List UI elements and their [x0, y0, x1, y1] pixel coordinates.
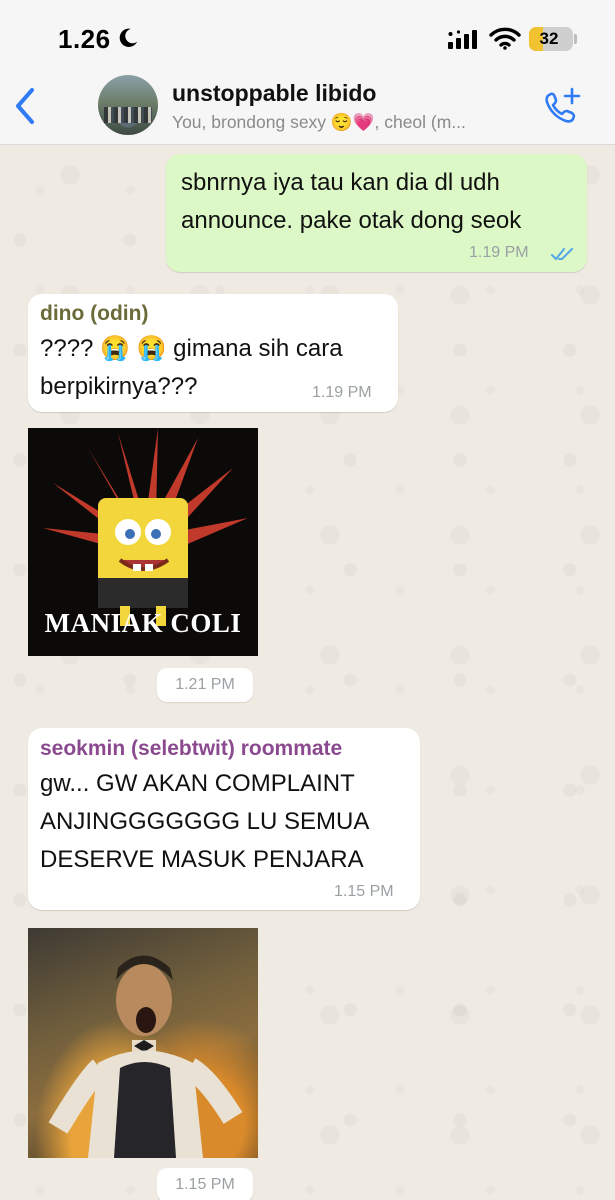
- chat-title[interactable]: unstoppable libido: [172, 80, 376, 107]
- message-line: ???? 😭 😭 gimana sih cara: [40, 335, 343, 362]
- signal-icon: [448, 30, 477, 49]
- message-line: DESERVE MASUK PENJARA: [40, 846, 364, 873]
- outgoing-message[interactable]: sbnrnya iya tau kan dia dl udh announce.…: [166, 154, 587, 272]
- message-time: 1.15 PM: [334, 883, 394, 900]
- man-screaming-image-art: [48, 955, 243, 1158]
- message-time: 1.19 PM: [469, 244, 529, 261]
- back-chevron-icon[interactable]: [10, 86, 42, 126]
- chat-subtitle[interactable]: You, brondong sexy 😌💗, cheol (m...: [172, 112, 527, 133]
- message-line: ANJINGGGGGGG LU SEMUA: [40, 808, 370, 835]
- group-avatar[interactable]: [98, 75, 158, 135]
- read-receipt-icon: [551, 248, 573, 261]
- sender-name[interactable]: dino (odin): [40, 302, 148, 326]
- message-line: gw... GW AKAN COMPLAINT: [40, 770, 355, 797]
- battery-level: 32: [539, 29, 559, 48]
- time-pill: 1.21 PM: [157, 668, 253, 702]
- sticker-image[interactable]: [28, 928, 258, 1158]
- chat-header: unstoppable libido You, brondong sexy 😌💗…: [0, 62, 615, 145]
- battery-cap: [574, 34, 577, 44]
- sticker-image[interactable]: MANIAK COLI: [28, 428, 258, 656]
- wifi-icon: [489, 27, 521, 50]
- sender-name[interactable]: seokmin (selebtwit) roommate: [40, 737, 342, 761]
- battery-indicator: 32: [529, 27, 573, 51]
- status-time: 1.26: [58, 24, 111, 54]
- chat-screen: 1.26 32 unstoppable libido You, brondong…: [0, 0, 615, 1200]
- incoming-message[interactable]: dino (odin) ???? 😭 😭 gimana sih cara ber…: [28, 294, 398, 412]
- message-line: sbnrnya iya tau kan dia dl udh: [181, 169, 500, 196]
- message-time: 1.15 PM: [175, 1176, 235, 1193]
- incoming-message[interactable]: seokmin (selebtwit) roommate gw... GW AK…: [28, 728, 420, 910]
- status-bar: 1.26 32: [0, 0, 615, 62]
- moon-icon: [119, 28, 138, 47]
- message-time: 1.21 PM: [175, 676, 235, 693]
- message-line: announce. pake otak dong seok: [181, 207, 522, 234]
- message-time: 1.19 PM: [312, 384, 372, 401]
- add-call-icon[interactable]: [541, 86, 583, 126]
- time-pill: 1.15 PM: [157, 1168, 253, 1200]
- sticker-caption: MANIAK COLI: [44, 608, 242, 638]
